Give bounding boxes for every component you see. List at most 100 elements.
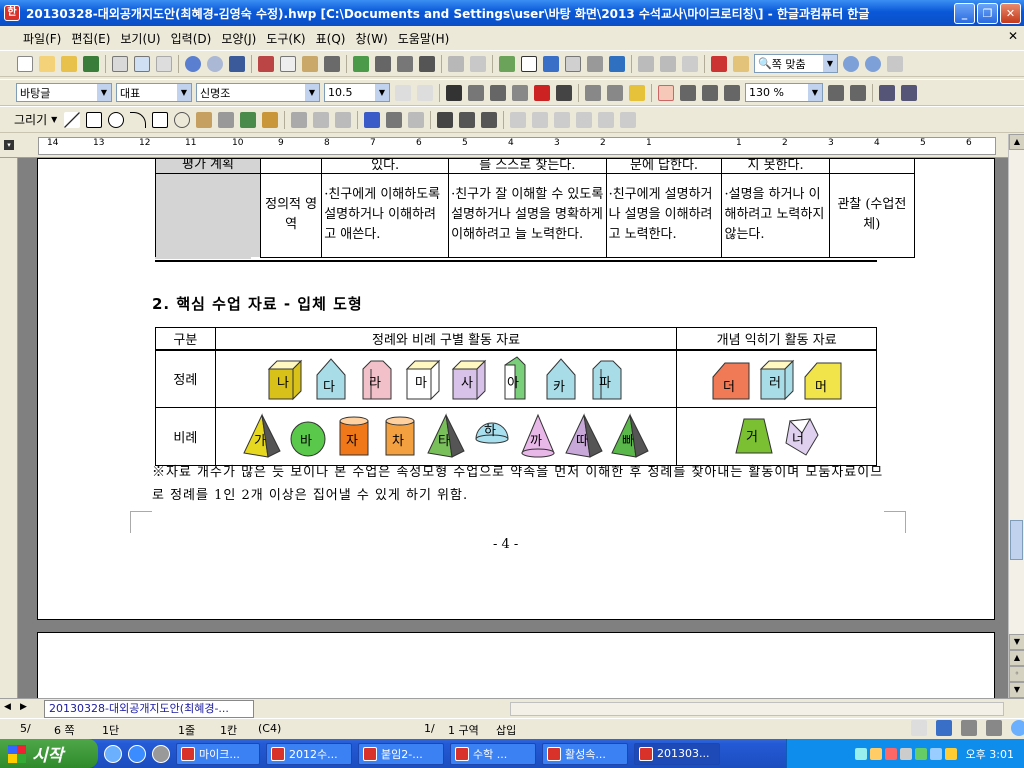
image-draw-icon[interactable] [262, 111, 279, 128]
preview-icon[interactable] [134, 55, 150, 72]
format-painter-icon[interactable] [324, 55, 340, 72]
italic-icon[interactable] [468, 84, 484, 101]
connector-icon[interactable] [218, 111, 235, 128]
rotate-icon[interactable] [576, 111, 593, 128]
underline-icon[interactable] [490, 84, 506, 101]
table-cell[interactable] [828, 159, 916, 174]
symbol-icon[interactable] [609, 55, 625, 72]
outdent-icon[interactable] [850, 84, 866, 101]
chevron-down-icon[interactable]: ▼ [97, 84, 111, 101]
menu-file[interactable]: 파일(F) [18, 30, 66, 47]
undo-icon[interactable] [185, 55, 201, 72]
method-cell[interactable]: 관찰 (수업전체) [828, 172, 916, 258]
textbox-icon[interactable] [565, 55, 581, 72]
paste-icon[interactable] [302, 55, 318, 72]
criteria-cell[interactable]: ·설명을 하거나 이해하려고 노력하지 않는다. [721, 172, 830, 258]
table-cell[interactable]: 를 스스로 찾는다. [448, 159, 607, 174]
shape-cell[interactable]: 거너 [676, 407, 877, 466]
tray-misc-icon[interactable] [944, 747, 957, 760]
row-label[interactable]: 정례 [155, 349, 216, 408]
font-combo[interactable]: 신명조 ▼ [196, 83, 320, 102]
scroll-up-button[interactable]: ▲ [1009, 134, 1024, 150]
title-bar[interactable]: 한 20130328-대외공개지도안(최혜경-김영숙 수정).hwp [C:\D… [0, 0, 1024, 26]
table-cell[interactable] [259, 159, 323, 174]
chevron-down-icon[interactable]: ▼ [823, 55, 837, 72]
menu-insert[interactable]: 입력(D) [166, 30, 217, 47]
align-left-icon[interactable] [680, 84, 696, 101]
ime-pad-icon[interactable] [961, 720, 977, 736]
menu-format[interactable]: 모양(J) [216, 30, 261, 47]
polygon-icon[interactable] [152, 111, 169, 128]
tray-ime-icon[interactable] [929, 747, 942, 760]
flip-icon[interactable] [598, 111, 615, 128]
paragraph-icon[interactable] [375, 55, 391, 72]
font-size-combo[interactable]: 10.5 ▼ [324, 83, 390, 102]
zoom-combo[interactable]: 🔍 쪽 맞춤 ▼ [754, 54, 838, 73]
align-right-icon[interactable] [724, 84, 740, 101]
object-icon[interactable] [660, 55, 676, 72]
vertical-scrollbar[interactable]: ▲ ▼ ▲ ◦ ▼ [1008, 134, 1024, 698]
ie-icon[interactable] [128, 744, 146, 763]
scroll-thumb[interactable] [1010, 520, 1023, 560]
doc-close-button[interactable]: ✕ [1008, 29, 1018, 43]
columns-icon[interactable] [397, 55, 413, 72]
table-cell[interactable]: 평가 계획 [155, 158, 261, 174]
ruler-band[interactable]: 14 13 12 11 10 9 8 7 6 5 4 3 2 1 1 2 3 4… [38, 137, 996, 155]
select-object-icon[interactable] [291, 111, 308, 128]
bold-icon[interactable] [446, 84, 462, 101]
fill-color-icon[interactable] [386, 111, 403, 128]
table-cell[interactable]: 문에 답한다. [605, 159, 723, 174]
indent-icon[interactable] [828, 84, 844, 101]
close-button[interactable]: ✕ [1000, 3, 1021, 24]
equation-icon[interactable] [587, 55, 603, 72]
task-button[interactable]: 수학 ... [450, 742, 536, 765]
document-tab[interactable]: 20130328-대외공개지도안(최혜경-... [44, 700, 254, 718]
clock[interactable]: 오후 3:01 [966, 746, 1014, 762]
header-cell[interactable]: 구분 [155, 327, 216, 351]
rectangle-icon[interactable] [86, 111, 103, 128]
tray-app-icon[interactable] [869, 747, 882, 760]
bullets-icon[interactable] [901, 84, 917, 101]
ime-hangul-icon[interactable] [911, 720, 927, 736]
hwp-app-icon[interactable]: 한 [4, 5, 20, 21]
spellcheck-icon[interactable] [353, 55, 369, 72]
char-shape-icon[interactable] [556, 84, 572, 101]
table-icon[interactable] [521, 55, 537, 72]
shape-material-table[interactable]: 구분 정례와 비례 구별 활동 자료 개념 익히기 활동 자료 정례 나 다 라 마 사… [155, 327, 877, 466]
media-icon[interactable] [152, 744, 170, 763]
ime-mode-icon[interactable] [936, 720, 952, 736]
horizontal-ruler[interactable]: ▾ 14 13 12 11 10 9 8 7 6 5 4 3 2 1 1 2 3… [0, 134, 1024, 158]
note-paragraph[interactable]: ※자료 개수가 많은 듯 보이나 본 수업은 속성모형 수업으로 약속을 먼저 … [152, 461, 892, 507]
tab-scroll-right-icon[interactable]: ▶ [20, 702, 27, 712]
new-document-icon[interactable] [17, 55, 33, 72]
evaluation-table[interactable]: 평가 계획 있다. 를 스스로 찾는다. 문에 답한다. 지 못한다. 정의적 … [155, 158, 916, 258]
criteria-cell[interactable]: ·친구에게 이해하도록 설명하거나 이해하려고 애쓴다. [321, 172, 450, 258]
quick-launch-icon[interactable] [104, 744, 122, 763]
print-icon[interactable] [112, 55, 128, 72]
highlight-icon[interactable] [629, 84, 645, 101]
picture-icon[interactable] [499, 55, 515, 72]
minimize-button[interactable]: _ [954, 3, 975, 24]
ruler-toggle-icon[interactable]: ▾ [4, 140, 14, 150]
header-cell[interactable]: 정례와 비례 구별 활동 자료 [214, 327, 678, 351]
numbering-icon[interactable] [879, 84, 895, 101]
tray-volume-icon[interactable] [899, 747, 912, 760]
chevron-down-icon[interactable]: ▼ [808, 84, 822, 101]
binoculars-icon[interactable] [229, 55, 245, 72]
book-icon[interactable] [733, 55, 749, 72]
domain-cell[interactable]: 정의적 영역 [259, 172, 323, 258]
shape-cell[interactable]: 가 바 자 차 타 하까 따 빠 [214, 407, 678, 466]
chart-icon[interactable] [543, 55, 559, 72]
line-color-icon[interactable] [364, 111, 381, 128]
chevron-down-icon[interactable]: ▼ [51, 115, 57, 124]
task-button[interactable]: 2012수... [266, 742, 352, 765]
char-zoom-combo[interactable]: 130 % ▼ [745, 83, 823, 102]
open-folder-icon[interactable] [61, 55, 77, 72]
task-button[interactable]: 활성속... [542, 742, 628, 765]
chevron-down-icon[interactable]: ▼ [305, 84, 319, 101]
textbox-draw-icon[interactable] [240, 111, 257, 128]
next-page-button[interactable]: ▼ [1009, 682, 1024, 698]
task-button[interactable]: 마이크... [176, 742, 260, 765]
menu-help[interactable]: 도움말(H) [393, 30, 455, 47]
align-justify-icon[interactable] [658, 84, 674, 101]
